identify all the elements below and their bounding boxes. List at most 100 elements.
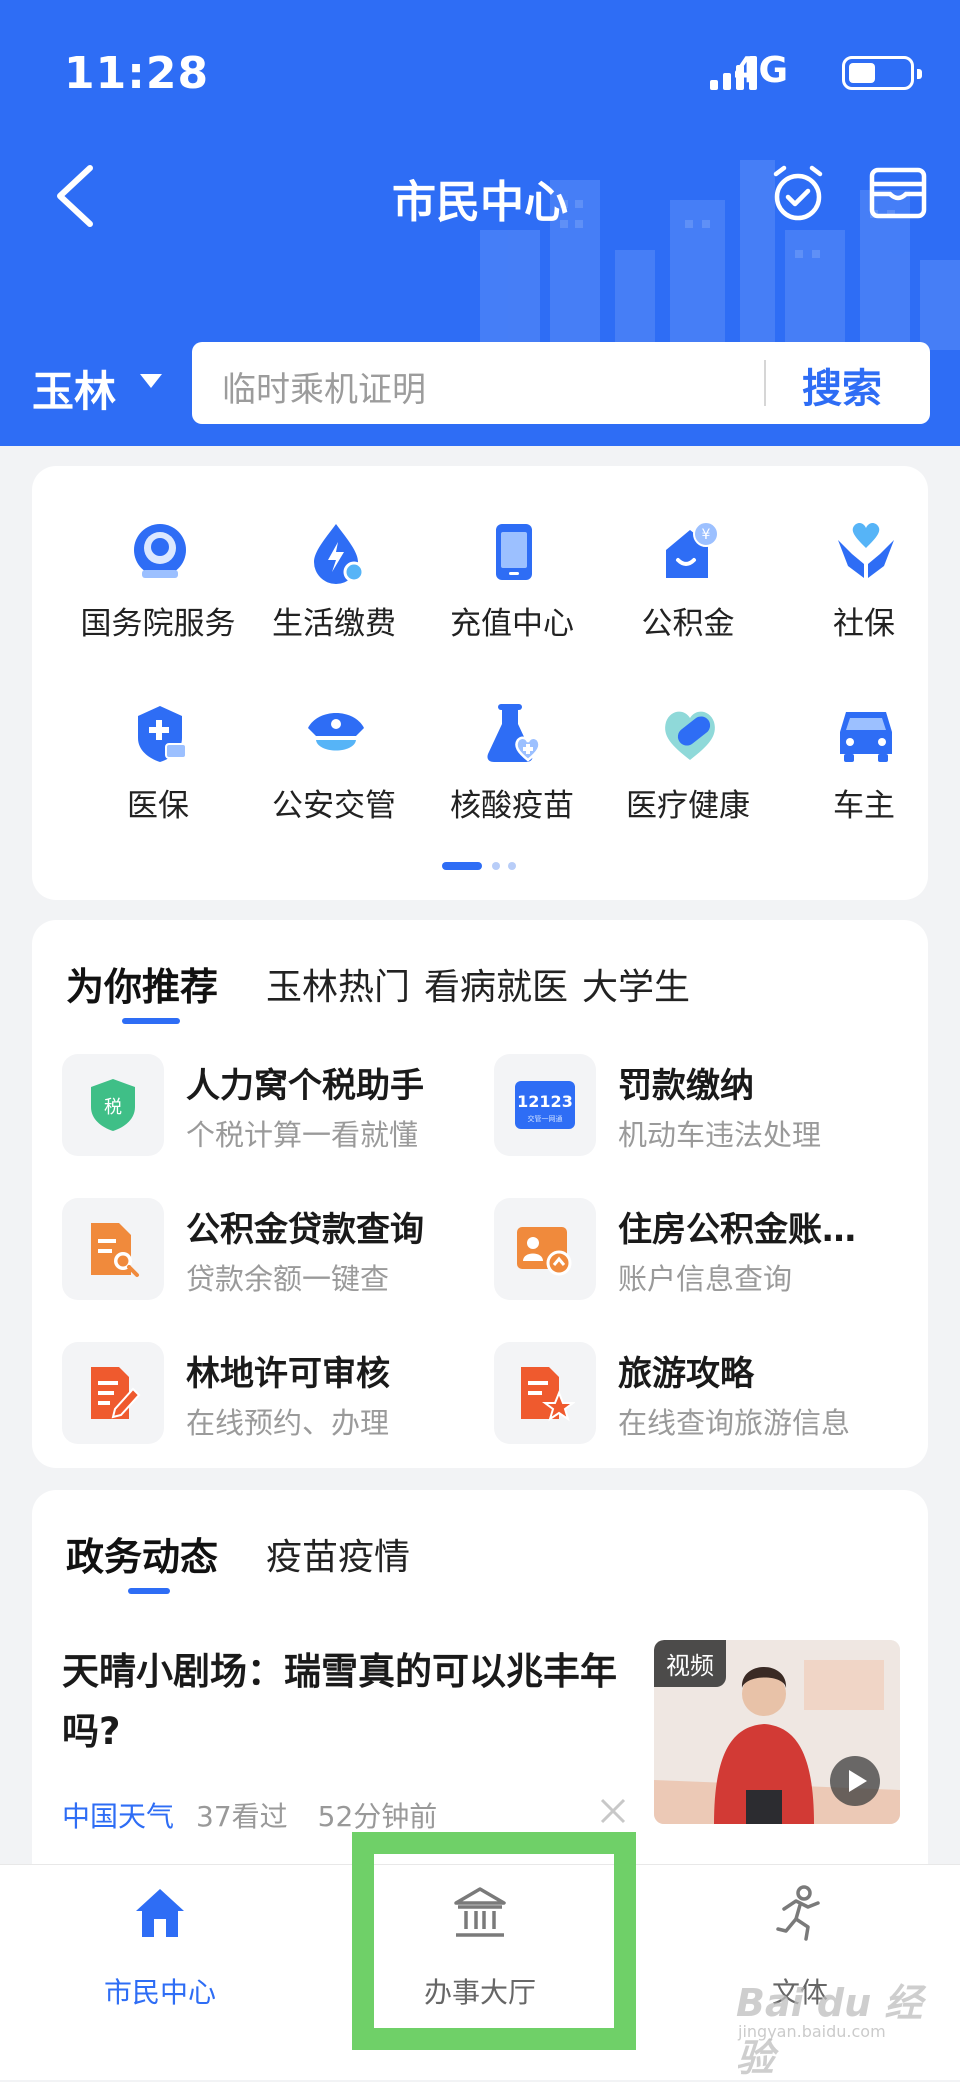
tax-badge-icon: 税	[91, 1079, 135, 1131]
service-label: 核酸疫苗	[450, 788, 574, 824]
recommend-icon-box	[494, 1198, 596, 1300]
service-label: 社保	[833, 606, 895, 642]
news-time: 52分钟前	[317, 1800, 438, 1833]
news-title[interactable]: 天晴小剧场：瑞雪真的可以兆丰年吗?	[62, 1642, 652, 1762]
tab-recommend[interactable]: 为你推荐	[66, 956, 218, 1011]
header: 11:28 4G 市民中心 玉林 临时乘机证明 搜索	[0, 0, 960, 446]
recommend-title: 公积金贷款查询	[186, 1210, 424, 1250]
tab-citizen-center[interactable]: 市民中心	[40, 1885, 280, 2009]
tab-medical[interactable]: 看病就医	[424, 958, 568, 1010]
active-tab-indicator	[128, 1588, 170, 1594]
recommend-item[interactable]: 林地许可审核 在线预约、办理	[62, 1342, 482, 1452]
recommend-subtitle: 贷款余额一键查	[186, 1262, 390, 1296]
news-thumbnail[interactable]: 视频	[654, 1640, 900, 1824]
tab-yulin-hot[interactable]: 玉林热门	[266, 958, 410, 1010]
recommend-title: 旅游攻略	[618, 1354, 754, 1394]
tab-vaccine[interactable]: 疫苗疫情	[266, 1528, 410, 1580]
network-type: 4G	[733, 50, 788, 91]
car-icon	[840, 712, 892, 762]
svg-text:交管一网通: 交管一网通	[528, 1114, 563, 1123]
recommend-icon-box: 税	[62, 1054, 164, 1156]
police-cap-icon	[308, 713, 364, 751]
page-dot	[492, 862, 500, 870]
recommend-item[interactable]: 12123 交管一网通 罚款缴纳 机动车违法处理	[494, 1054, 914, 1164]
recommend-icon-box	[62, 1198, 164, 1300]
recommend-icon-box	[62, 1342, 164, 1444]
search-divider	[764, 360, 766, 406]
medical-insurance-shield-icon	[138, 706, 187, 762]
service-item[interactable]: 车主	[774, 702, 954, 862]
recommend-subtitle: 机动车违法处理	[618, 1118, 822, 1152]
tab-gov-news[interactable]: 政务动态	[66, 1526, 218, 1581]
service-item[interactable]: 核酸疫苗	[422, 702, 602, 862]
state-council-emblem-icon	[134, 524, 186, 578]
recommend-item[interactable]: 公积金贷款查询 贷款余额一键查	[62, 1198, 482, 1308]
battery-icon	[842, 56, 922, 90]
close-icon[interactable]	[598, 1796, 628, 1826]
news-source[interactable]: 中国天气	[62, 1800, 174, 1833]
caret-down-icon[interactable]	[140, 374, 162, 388]
service-label: 医疗健康	[626, 788, 750, 824]
phone-recharge-icon	[496, 524, 532, 580]
recommend-icon-box	[494, 1342, 596, 1444]
service-label: 公安交管	[272, 788, 396, 824]
service-item[interactable]: 医疗健康	[598, 702, 778, 862]
recommend-item[interactable]: 住房公积金账… 账户信息查询	[494, 1198, 914, 1308]
baidu-watermark-url: jingyan.baidu.com	[738, 2022, 886, 2041]
recommend-title: 罚款缴纳	[618, 1066, 754, 1106]
running-person-icon	[776, 1885, 820, 1941]
service-item[interactable]: 国务院服务	[68, 520, 248, 680]
page-dot-active	[442, 862, 482, 870]
12123-logo-icon: 12123 交管一网通	[515, 1081, 575, 1129]
recommend-title: 住房公积金账…	[618, 1210, 856, 1250]
service-label: 充值中心	[450, 606, 574, 642]
recommend-subtitle: 在线预约、办理	[186, 1406, 390, 1440]
tab-college[interactable]: 大学生	[582, 958, 690, 1010]
service-item[interactable]: 医保	[68, 702, 248, 862]
service-item[interactable]: ¥ 公积金	[598, 520, 778, 680]
wallet-card-icon[interactable]	[868, 166, 928, 220]
service-label: 医保	[127, 788, 189, 824]
service-item[interactable]: 生活缴费	[244, 520, 424, 680]
highlight-box	[352, 1832, 636, 2050]
recommend-subtitle: 在线查询旅游信息	[618, 1406, 851, 1440]
health-capsule-icon	[665, 711, 715, 760]
home-icon	[136, 1889, 184, 1937]
recommend-icon-box: 12123 交管一网通	[494, 1054, 596, 1156]
alarm-clock-icon[interactable]	[768, 164, 828, 224]
service-item[interactable]: 充值中心	[422, 520, 602, 680]
svg-text:¥: ¥	[702, 527, 711, 543]
recommend-item[interactable]: 旅游攻略 在线查询旅游信息	[494, 1342, 914, 1452]
status-time: 11:28	[64, 48, 210, 99]
search-bar[interactable]: 临时乘机证明 搜索	[192, 342, 930, 424]
utility-drop-icon	[314, 524, 365, 584]
service-label: 车主	[833, 788, 895, 824]
recommend-title: 林地许可审核	[186, 1354, 390, 1394]
flask-heart-icon	[487, 704, 541, 762]
document-star-icon	[521, 1367, 575, 1422]
svg-text:12123: 12123	[517, 1092, 573, 1111]
news-views: 37看过	[196, 1800, 288, 1833]
search-input[interactable]: 临时乘机证明	[222, 362, 426, 411]
page-dot	[508, 862, 516, 870]
status-bar: 11:28 4G	[0, 0, 960, 150]
housing-fund-icon: ¥	[666, 521, 719, 578]
svg-text:税: 税	[104, 1097, 122, 1118]
search-button[interactable]: 搜索	[802, 356, 882, 414]
service-label: 公积金	[641, 606, 735, 642]
account-card-icon	[517, 1227, 572, 1276]
document-search-icon	[91, 1223, 139, 1277]
recommend-subtitle: 账户信息查询	[618, 1262, 793, 1296]
service-item[interactable]: 公安交管	[244, 702, 424, 862]
city-selector[interactable]: 玉林	[32, 358, 116, 419]
service-item[interactable]: 社保	[774, 520, 954, 680]
document-edit-icon	[91, 1367, 141, 1419]
recommend-card: 为你推荐 玉林热门 看病就医 大学生 税 人力窝个税助手 个税计算一看就懂 12…	[32, 920, 928, 1468]
play-icon[interactable]	[830, 1756, 880, 1806]
recommend-subtitle: 个税计算一看就懂	[186, 1118, 419, 1152]
social-security-heart-hands-icon	[838, 522, 894, 578]
services-card: 国务院服务 生活缴费 充值中心 ¥ 公积金 社保 医保 公安交管 核酸疫苗 医疗…	[32, 466, 928, 900]
news-meta: 中国天气 37看过 52分钟前	[62, 1795, 437, 1835]
recommend-title: 人力窝个税助手	[186, 1066, 424, 1106]
recommend-item[interactable]: 税 人力窝个税助手 个税计算一看就懂	[62, 1054, 482, 1164]
